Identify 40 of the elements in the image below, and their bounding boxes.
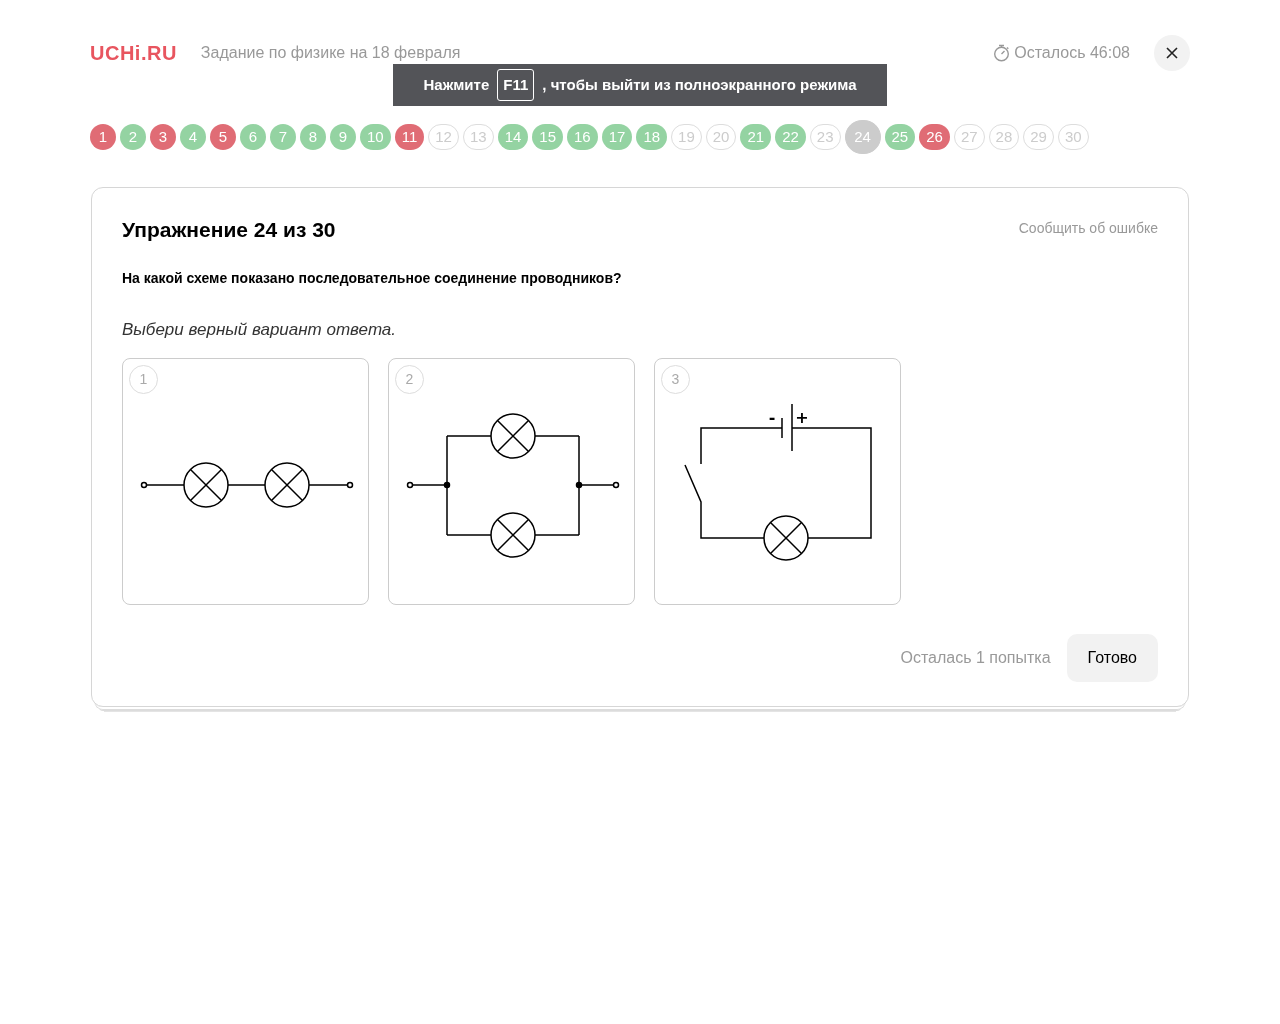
stopwatch-icon	[993, 43, 1011, 62]
instruction-text: Выбери верный вариант ответа.	[122, 318, 398, 341]
task-number[interactable]: 8	[300, 124, 326, 150]
answer-option[interactable]: 2	[388, 358, 635, 605]
close-icon	[1165, 45, 1179, 60]
question-text: На какой схеме показано последовательное соединение проводников?	[122, 268, 623, 288]
task-number[interactable]: 11	[394, 124, 425, 150]
page-title: Задание по физике на 18 февраля	[200, 42, 461, 63]
task-number[interactable]: 10	[360, 124, 391, 150]
attempts-text: Осталась 1 попытка	[900, 648, 1051, 668]
timer-text: Осталось 46:08	[1014, 42, 1130, 63]
task-number[interactable]: 26	[919, 124, 950, 150]
exercise-title: Упражнение 24 из 30	[122, 217, 336, 243]
task-number[interactable]: 16	[567, 124, 598, 150]
task-number[interactable]: 14	[497, 124, 529, 150]
task-number[interactable]: 3	[150, 124, 176, 150]
polarity-label: +	[795, 408, 809, 427]
task-number[interactable]: 2	[120, 124, 146, 150]
notice-text: , чтобы выйти из полноэкранного режима	[542, 74, 857, 95]
report-link[interactable]: Сообщить об ошибке	[1018, 218, 1158, 239]
task-number[interactable]: 9	[330, 124, 356, 150]
done-button[interactable]: Готово	[1066, 634, 1158, 682]
task-number[interactable]: 7	[270, 124, 296, 150]
task-number[interactable]: 4	[180, 124, 206, 150]
task-number[interactable]: 21	[740, 124, 772, 150]
logo[interactable]: UCHi.RU	[90, 37, 177, 68]
task-number[interactable]: 22	[775, 124, 806, 150]
task-number[interactable]: 6	[240, 124, 266, 150]
task-number[interactable]: 17	[601, 124, 633, 150]
task-number[interactable]: 1	[90, 124, 116, 150]
task-number[interactable]: 15	[532, 124, 563, 150]
task-number[interactable]: 5	[210, 124, 236, 150]
answer-option[interactable]: 1	[122, 358, 369, 605]
task-number[interactable]: 25	[884, 124, 916, 150]
task-number[interactable]: 18	[636, 124, 668, 150]
notice-text: Нажмите	[423, 74, 490, 95]
polarity-label: -	[768, 408, 776, 427]
close-button[interactable]	[1154, 34, 1190, 71]
key-label: F11	[497, 68, 535, 102]
answer-option[interactable]: - + 3	[654, 358, 901, 605]
